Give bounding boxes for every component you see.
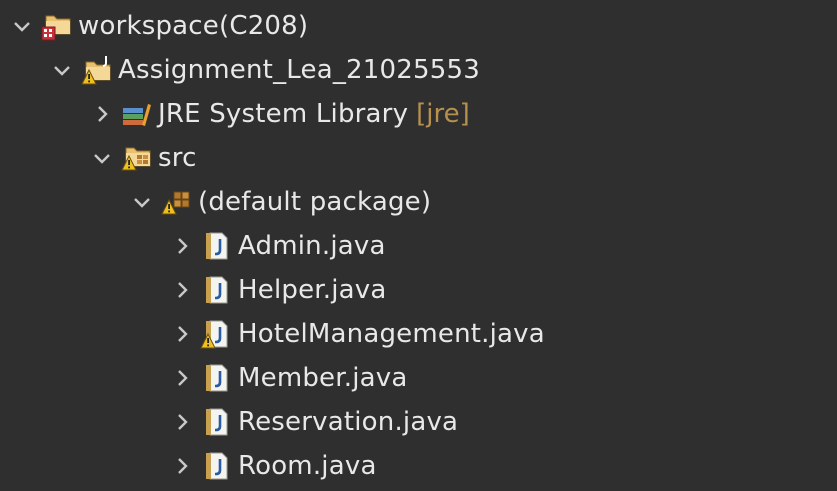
tree-item-jre-library[interactable]: JRE System Library [jre] xyxy=(0,92,837,136)
tree-item-java-file[interactable]: Admin.java xyxy=(0,224,837,268)
java-file-icon xyxy=(200,230,234,262)
tree-item-java-file[interactable]: Reservation.java xyxy=(0,400,837,444)
tree-item-label: Room.java xyxy=(238,451,377,481)
chevron-down-icon[interactable] xyxy=(130,190,154,214)
tree-item-label: workspace(C208) xyxy=(78,11,309,41)
tree-item-label: Admin.java xyxy=(238,231,386,261)
chevron-down-icon[interactable] xyxy=(50,58,74,82)
java-project-warning-icon xyxy=(80,54,114,86)
source-folder-warning-icon xyxy=(120,142,154,174)
tree-item-project[interactable]: Assignment_Lea_21025553 xyxy=(0,48,837,92)
chevron-right-icon[interactable] xyxy=(170,410,194,434)
tree-item-label: Assignment_Lea_21025553 xyxy=(118,55,480,85)
chevron-right-icon[interactable] xyxy=(170,366,194,390)
java-file-icon xyxy=(200,274,234,306)
tree-item-java-file[interactable]: Member.java xyxy=(0,356,837,400)
tree-item-label: Member.java xyxy=(238,363,408,393)
tree-item-label: src xyxy=(158,143,197,173)
tree-item-label: Reservation.java xyxy=(238,407,459,437)
chevron-down-icon[interactable] xyxy=(10,14,34,38)
chevron-down-icon[interactable] xyxy=(90,146,114,170)
chevron-right-icon[interactable] xyxy=(170,234,194,258)
tree-item-decoration: [jre] xyxy=(416,99,470,129)
java-file-icon xyxy=(200,450,234,482)
tree-item-label: JRE System Library xyxy=(158,99,409,129)
chevron-right-icon[interactable] xyxy=(170,278,194,302)
tree-item-src[interactable]: src xyxy=(0,136,837,180)
java-file-icon xyxy=(200,406,234,438)
tree-item-default-package[interactable]: (default package) xyxy=(0,180,837,224)
library-icon xyxy=(120,98,154,130)
tree-item-label: HotelManagement.java xyxy=(238,319,545,349)
tree-item-label: (default package) xyxy=(198,187,432,217)
chevron-right-icon[interactable] xyxy=(170,454,194,478)
package-warning-icon xyxy=(160,186,194,218)
chevron-right-icon[interactable] xyxy=(170,322,194,346)
java-file-warning-icon xyxy=(200,318,234,350)
tree-item-java-file[interactable]: Helper.java xyxy=(0,268,837,312)
tree-item-label: Helper.java xyxy=(238,275,387,305)
tree-item-workspace[interactable]: workspace(C208) xyxy=(0,4,837,48)
tree-item-java-file[interactable]: Room.java xyxy=(0,444,837,488)
workspace-icon xyxy=(40,10,74,42)
chevron-right-icon[interactable] xyxy=(90,102,114,126)
tree-item-java-file[interactable]: HotelManagement.java xyxy=(0,312,837,356)
java-file-icon xyxy=(200,362,234,394)
package-explorer-tree: workspace(C208) Assignment_Lea_21025553 xyxy=(0,0,837,491)
